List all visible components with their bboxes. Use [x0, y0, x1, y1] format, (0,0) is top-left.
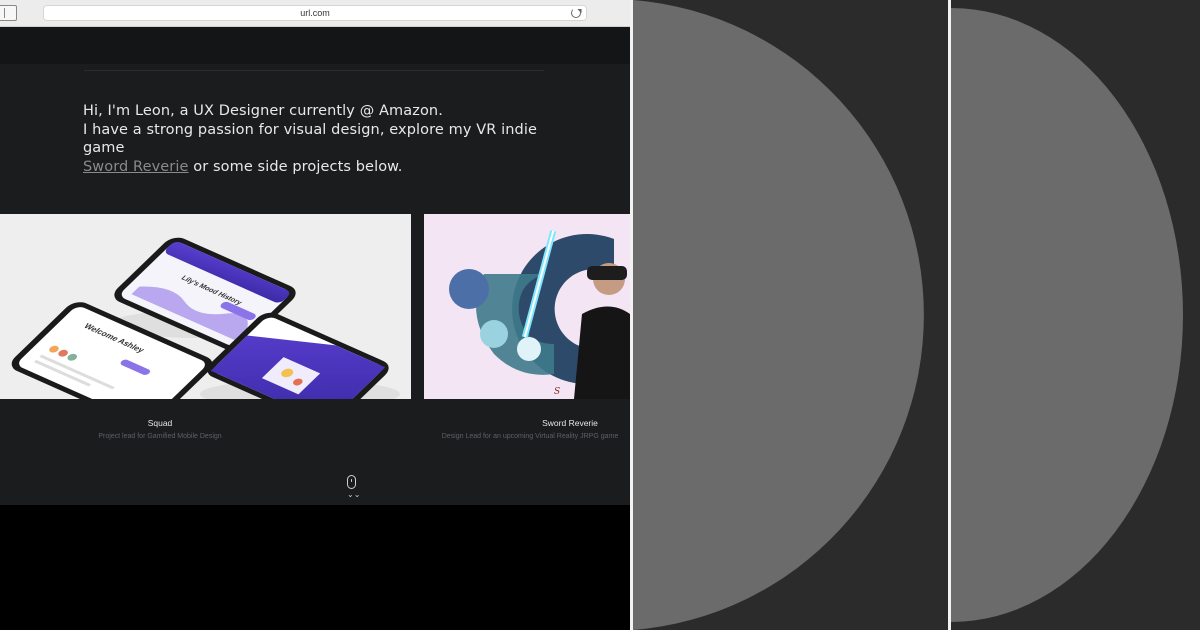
url-text: url.com — [300, 8, 330, 18]
project-card-squad[interactable]: Lily's Mood History Welcome Ashley — [0, 214, 411, 399]
project-subtitle-sword-reverie: Design Lead for an upcoming Virtual Real… — [441, 433, 619, 440]
semicircle-shape — [633, 0, 948, 630]
portfolio-page: Hi, I'm Leon, a UX Designer currently @ … — [0, 64, 630, 505]
page-header-strip — [0, 27, 630, 64]
intro-line-3-rest: or some side projects below. — [188, 158, 403, 175]
double-chevron-down-icon: ⌄⌄ — [347, 490, 361, 499]
browser-window: url.com Hi, I'm Leon, a UX Designer curr… — [0, 0, 630, 630]
right-panel-2 — [951, 0, 1200, 630]
sword-reverie-logo-mark: S — [554, 387, 560, 397]
project-title-sword-reverie[interactable]: Sword Reverie — [470, 418, 630, 428]
page-footer-black — [0, 505, 630, 630]
project-card-sword-reverie[interactable]: S — [424, 214, 630, 399]
browser-toolbar: url.com — [0, 0, 630, 27]
sword-reverie-link[interactable]: Sword Reverie — [83, 159, 189, 175]
mouse-scroll-icon — [347, 475, 356, 489]
divider — [84, 70, 544, 71]
right-panel-1 — [633, 0, 948, 630]
intro-line-3: Sword Reverie or some side projects belo… — [83, 158, 583, 177]
intro-line-2: I have a strong passion for visual desig… — [83, 121, 537, 157]
reload-icon[interactable] — [571, 8, 581, 18]
scroll-indicator[interactable]: ⌄⌄ — [347, 475, 361, 505]
semicircle-shape — [951, 0, 1200, 630]
address-bar[interactable]: url.com — [43, 5, 587, 21]
project-title-squad[interactable]: Squad — [60, 418, 260, 428]
sword-reverie-image: S — [424, 214, 630, 399]
intro-line-1: Hi, I'm Leon, a UX Designer currently @ … — [83, 103, 443, 119]
sidebar-toggle-icon[interactable] — [0, 5, 17, 21]
project-subtitle-squad: Project lead for Gamified Mobile Design — [98, 433, 222, 440]
squad-phones-image: Lily's Mood History Welcome Ashley — [0, 214, 411, 399]
intro-text: Hi, I'm Leon, a UX Designer currently @ … — [83, 102, 583, 176]
